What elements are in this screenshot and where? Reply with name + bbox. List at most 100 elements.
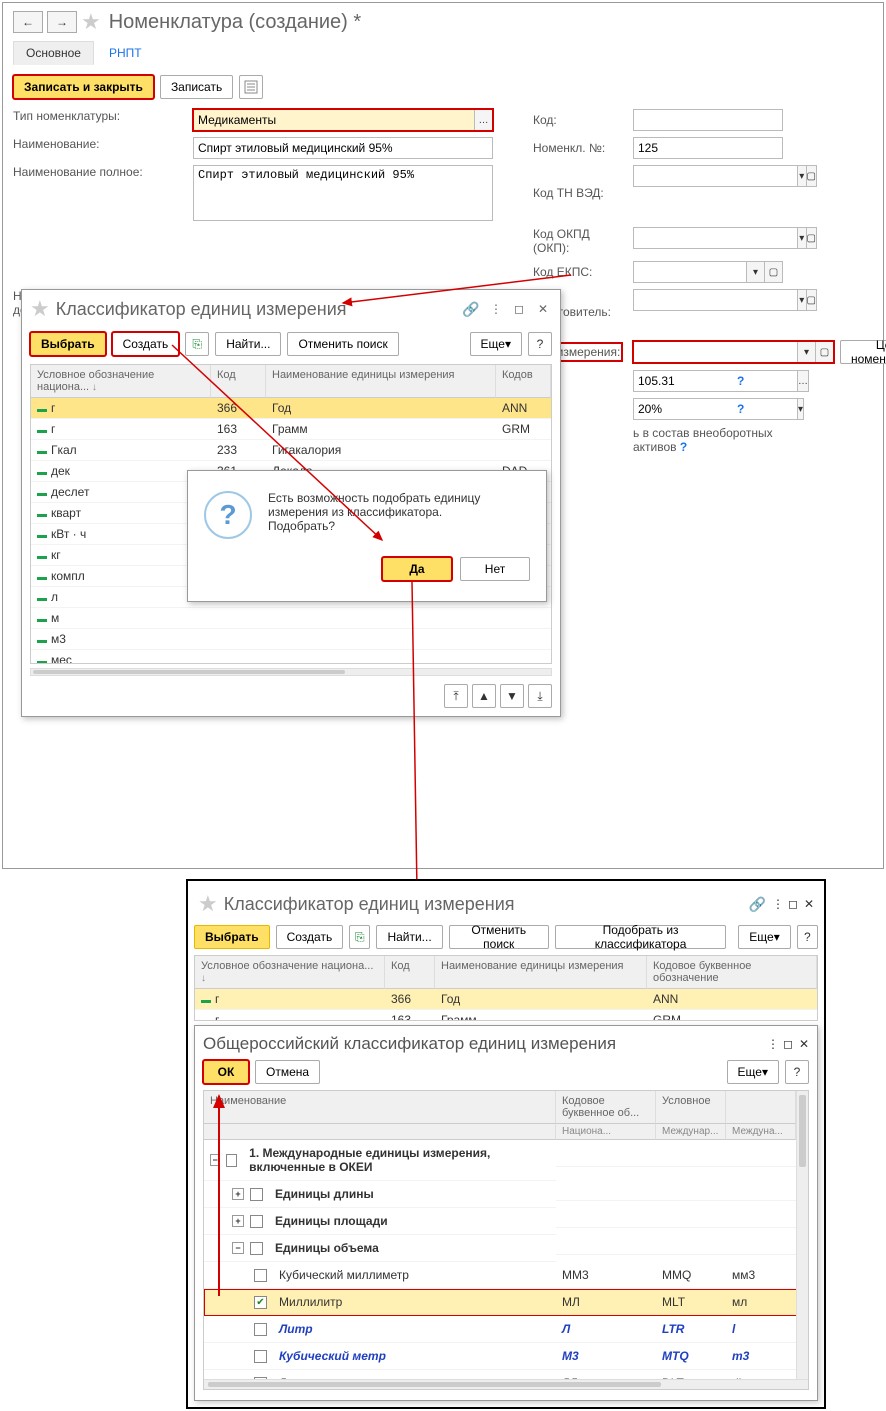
tree-toggle-icon[interactable]: − <box>232 1242 244 1254</box>
tree-toggle-icon[interactable]: + <box>232 1188 244 1200</box>
dlg2-copy-icon[interactable]: ⎘ <box>349 925 370 949</box>
tree-group[interactable]: +Единицы длины <box>204 1181 808 1208</box>
nav-forward-button[interactable]: → <box>47 11 77 33</box>
tree-leaf[interactable]: Кубический метрМ3MTQm3 <box>204 1343 808 1370</box>
checkbox[interactable] <box>254 1350 267 1363</box>
dlg1-col1[interactable]: Условное обозначение национа... <box>31 365 211 398</box>
type-open-button[interactable]: … <box>475 109 493 131</box>
dlg2-help-icon[interactable]: ? <box>797 925 818 949</box>
price-field[interactable] <box>633 370 798 392</box>
table-row[interactable]: ▬г163ГраммGRM <box>31 419 551 440</box>
dlg3-col-name[interactable]: Наименование <box>204 1091 556 1124</box>
confirm-no-button[interactable]: Нет <box>460 557 530 581</box>
table-row[interactable]: ▬Гкал233Гигакалория <box>31 440 551 461</box>
report-icon[interactable] <box>239 75 263 99</box>
fullname-field[interactable]: Спирт этиловый медицинский 95% <box>193 165 493 221</box>
help-vat[interactable]: ? <box>737 402 744 416</box>
dlg1-help-icon[interactable]: ? <box>528 332 552 356</box>
dlg3-hscroll[interactable] <box>204 1379 808 1389</box>
tnved-open-button[interactable]: ▢ <box>807 165 817 187</box>
dlg3-vscroll[interactable] <box>796 1091 808 1379</box>
tnved-dd-button[interactable]: ▾ <box>798 165 807 187</box>
dlg1-close-icon[interactable]: ✕ <box>534 300 552 318</box>
dlg2-col2[interactable]: Код <box>385 956 435 989</box>
table-row[interactable]: ▬м3 <box>31 629 551 650</box>
dlg1-star-icon[interactable]: ★ <box>30 296 50 322</box>
dlg2-create-button[interactable]: Создать <box>276 925 344 949</box>
vat-dd-button[interactable]: ▾ <box>798 398 804 420</box>
tree-group[interactable]: −1. Международные единицы измерения, вкл… <box>204 1140 808 1181</box>
tab-rnpt[interactable]: РНПТ <box>96 41 155 65</box>
tree-toggle-icon[interactable]: − <box>210 1154 220 1166</box>
dlg2-more-icon[interactable]: ⋮ <box>772 897 782 911</box>
checkbox[interactable]: ✔ <box>254 1296 267 1309</box>
confirm-yes-button[interactable]: Да <box>382 557 452 581</box>
ekps-dd-button[interactable]: ▾ <box>747 261 765 283</box>
dlg2-star-icon[interactable]: ★ <box>198 891 218 917</box>
tree-group[interactable]: +Единицы площади <box>204 1208 808 1235</box>
help-price[interactable]: ? <box>737 374 744 388</box>
okpd-dd-button[interactable]: ▾ <box>798 227 807 249</box>
checkbox[interactable] <box>250 1215 263 1228</box>
code-field[interactable] <box>633 109 783 131</box>
tree-leaf[interactable]: ✔МиллилитрМЛMLTмл <box>204 1289 808 1316</box>
tab-main[interactable]: Основное <box>13 41 94 65</box>
table-row[interactable]: ▬г163ГраммGRM <box>195 1010 817 1021</box>
tree-group[interactable]: −Единицы объема <box>204 1235 808 1262</box>
dlg1-find-button[interactable]: Найти... <box>215 332 281 356</box>
maker-open-button[interactable]: ▢ <box>807 289 817 311</box>
dlg1-max-icon[interactable]: ◻ <box>510 300 528 318</box>
dlg2-col1[interactable]: Условное обозначение национа... <box>195 956 385 989</box>
save-button[interactable]: Записать <box>160 75 233 99</box>
dlg1-hscroll[interactable] <box>30 668 552 676</box>
table-row[interactable]: ▬г366ГодANN <box>195 989 817 1010</box>
tree-toggle-icon[interactable]: + <box>232 1215 244 1227</box>
dlg1-more-icon[interactable]: ⋮ <box>486 300 504 318</box>
dlg3-more-button[interactable]: Еще ▾ <box>727 1060 779 1084</box>
nomno-field[interactable] <box>633 137 783 159</box>
prices-button[interactable]: Цены номенклатуры <box>840 340 886 364</box>
tnved-field[interactable] <box>633 165 798 187</box>
dlg2-close-icon[interactable]: ✕ <box>804 897 814 911</box>
unit-open-button[interactable]: ▢ <box>816 341 834 363</box>
maker-field[interactable] <box>633 289 798 311</box>
dlg1-col3[interactable]: Наименование единицы измерения <box>266 365 496 398</box>
dlg2-select-button[interactable]: Выбрать <box>194 925 270 949</box>
table-row[interactable]: ▬мес <box>31 650 551 664</box>
checkbox[interactable] <box>250 1188 263 1201</box>
dlg1-nav-up[interactable]: ▲ <box>472 684 496 708</box>
dlg2-col4[interactable]: Кодовое буквенное обозначение <box>647 956 817 989</box>
maker-dd-button[interactable]: ▾ <box>798 289 807 311</box>
ekps-open-button[interactable]: ▢ <box>765 261 783 283</box>
price-calc-button[interactable]: … <box>798 370 809 392</box>
dlg1-copy-icon[interactable]: ⎘ <box>185 332 209 356</box>
table-row[interactable]: ▬г366ГодANN <box>31 398 551 419</box>
dlg1-nav-last[interactable]: ⤓ <box>528 684 552 708</box>
okpd-field[interactable] <box>633 227 798 249</box>
checkbox[interactable] <box>254 1269 267 1282</box>
nav-back-button[interactable]: ← <box>13 11 43 33</box>
dlg1-col2[interactable]: Код <box>211 365 266 398</box>
dlg3-col-nat[interactable]: Национа... <box>556 1124 656 1140</box>
dlg2-max-icon[interactable]: ◻ <box>788 897 798 911</box>
dlg2-col3[interactable]: Наименование единицы измерения <box>435 956 647 989</box>
dlg1-nav-down[interactable]: ▼ <box>500 684 524 708</box>
dlg2-link-icon[interactable]: 🔗 <box>749 896 766 913</box>
favorite-star-icon[interactable]: ★ <box>81 9 101 35</box>
checkbox[interactable] <box>250 1242 263 1255</box>
unit-dd-button[interactable]: ▾ <box>798 341 816 363</box>
save-close-button[interactable]: Записать и закрыть <box>13 75 154 99</box>
dlg1-link-icon[interactable]: 🔗 <box>462 300 480 318</box>
dlg1-select-button[interactable]: Выбрать <box>30 332 106 356</box>
tree-leaf[interactable]: ЛитрЛLTRl <box>204 1316 808 1343</box>
checkbox[interactable] <box>226 1154 237 1167</box>
dlg3-close-icon[interactable]: ✕ <box>799 1037 809 1051</box>
dlg3-ok-button[interactable]: ОК <box>203 1060 249 1084</box>
table-row[interactable]: ▬м <box>31 608 551 629</box>
dlg3-col-intl[interactable]: Междунар... <box>656 1124 726 1140</box>
dlg1-create-button[interactable]: Создать <box>112 332 180 356</box>
dlg3-help-icon[interactable]: ? <box>785 1060 809 1084</box>
dlg1-nav-first[interactable]: ⤒ <box>444 684 468 708</box>
name-field[interactable] <box>193 137 493 159</box>
okpd-open-button[interactable]: ▢ <box>807 227 817 249</box>
